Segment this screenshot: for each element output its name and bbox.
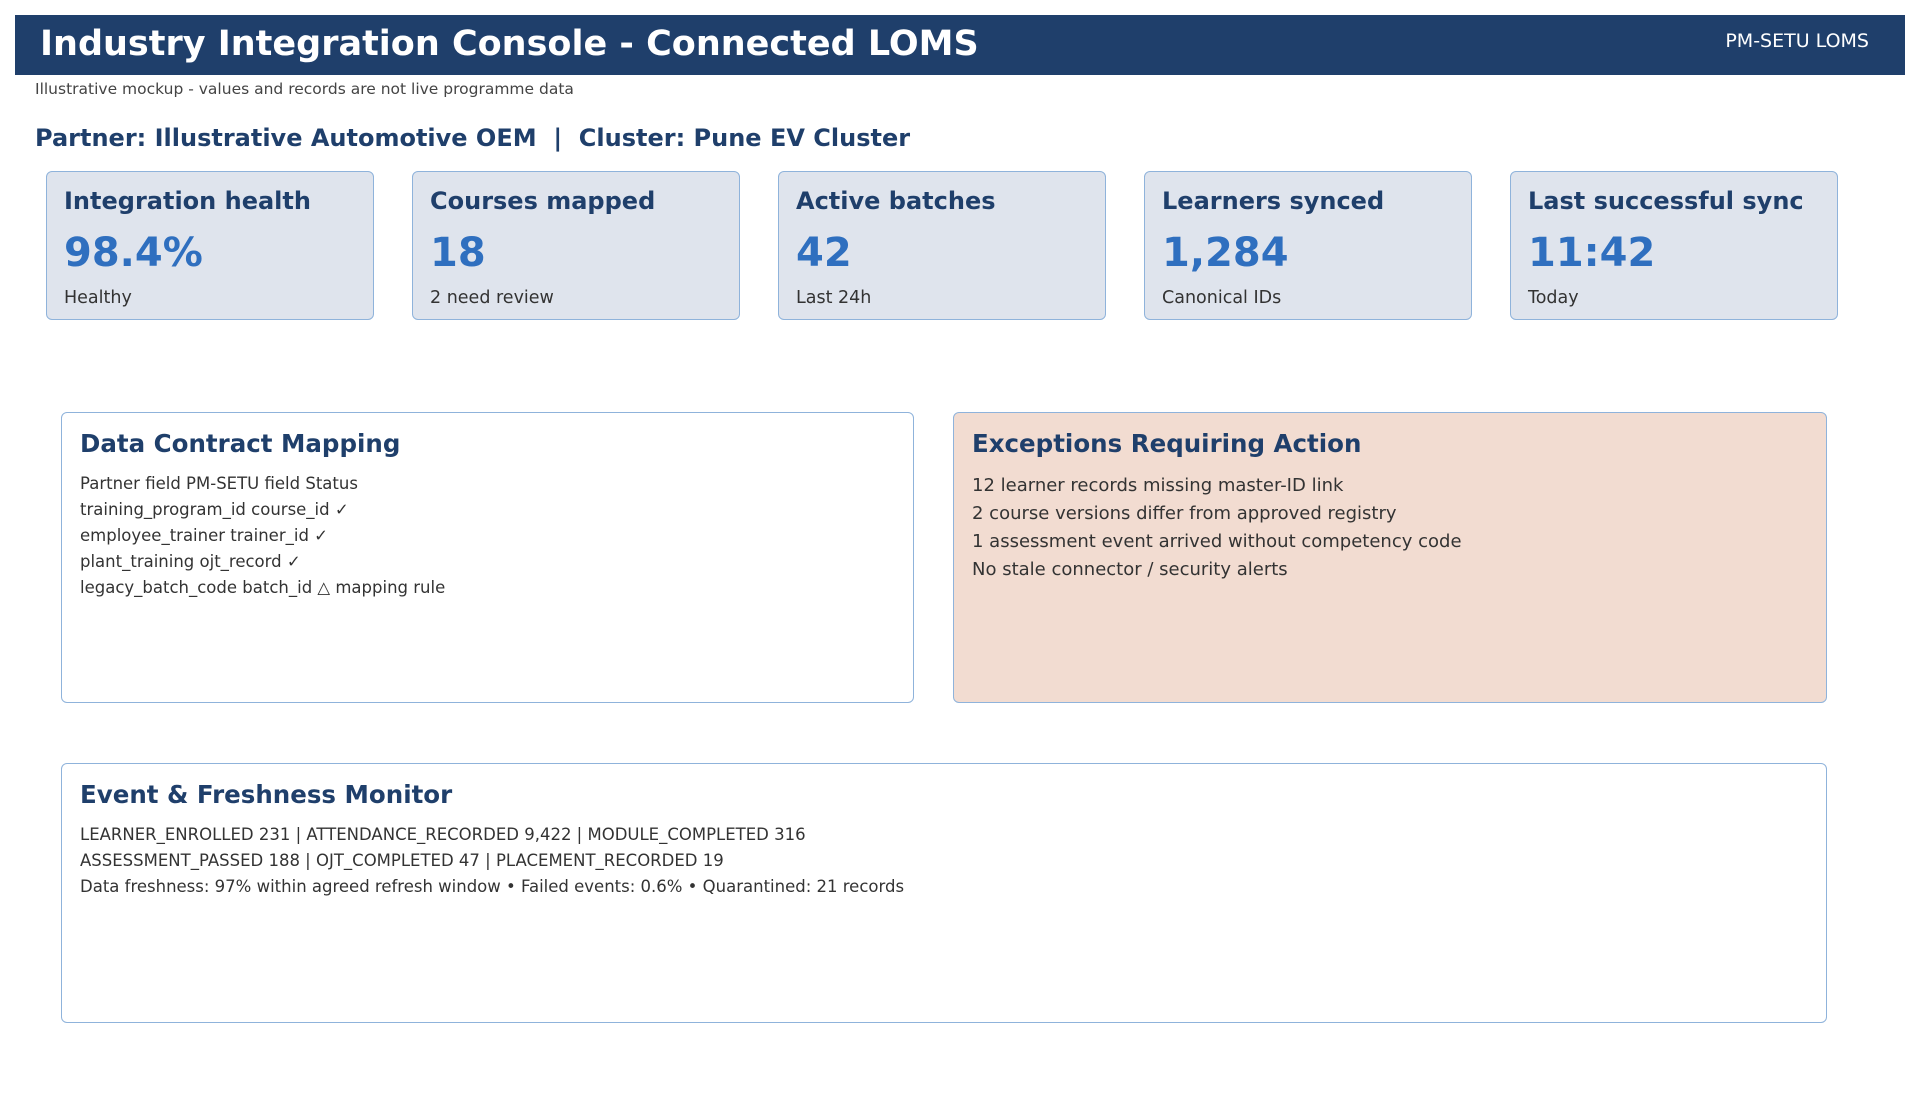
kpi-title: Last successful sync: [1528, 187, 1804, 215]
kpi-card-integration-health: Integration health 98.4% Healthy: [46, 171, 374, 320]
mapping-row: employee_trainer trainer_id ✓: [80, 526, 328, 545]
event-counts-line: ASSESSMENT_PASSED 188 | OJT_COMPLETED 47…: [80, 851, 724, 870]
event-counts-line: LEARNER_ENROLLED 231 | ATTENDANCE_RECORD…: [80, 825, 806, 844]
mapping-header-row: Partner field PM-SETU field Status: [80, 474, 358, 493]
kpi-title: Courses mapped: [430, 187, 656, 215]
event-freshness-monitor-panel: Event & Freshness Monitor LEARNER_ENROLL…: [61, 763, 1827, 1023]
partner-cluster-context: Partner: Illustrative Automotive OEM | C…: [35, 124, 911, 152]
kpi-card-learners-synced: Learners synced 1,284 Canonical IDs: [1144, 171, 1472, 320]
kpi-value: 42: [796, 230, 852, 276]
exception-item: 2 course versions differ from approved r…: [972, 503, 1397, 524]
mapping-row: training_program_id course_id ✓: [80, 500, 349, 519]
exception-item: 12 learner records missing master-ID lin…: [972, 475, 1344, 496]
kpi-subtitle: Canonical IDs: [1162, 288, 1282, 308]
mapping-row: legacy_batch_code batch_id △ mapping rul…: [80, 578, 446, 597]
exceptions-panel: Exceptions Requiring Action 12 learner r…: [953, 412, 1827, 703]
data-contract-mapping-panel: Data Contract Mapping Partner field PM-S…: [61, 412, 914, 703]
kpi-subtitle: 2 need review: [430, 288, 554, 308]
exceptions-list: 12 learner records missing master-ID lin…: [972, 472, 1462, 584]
kpi-subtitle: Healthy: [64, 288, 132, 308]
kpi-value: 1,284: [1162, 230, 1289, 276]
mockup-disclaimer: Illustrative mockup - values and records…: [35, 80, 574, 98]
freshness-summary-line: Data freshness: 97% within agreed refres…: [80, 877, 905, 896]
exception-item: 1 assessment event arrived without compe…: [972, 531, 1462, 552]
kpi-title: Integration health: [64, 187, 311, 215]
event-monitor-list: LEARNER_ENROLLED 231 | ATTENDANCE_RECORD…: [80, 822, 904, 900]
kpi-card-courses-mapped: Courses mapped 18 2 need review: [412, 171, 740, 320]
kpi-title: Learners synced: [1162, 187, 1385, 215]
app-header: Industry Integration Console - Connected…: [15, 15, 1905, 75]
mapping-list: Partner field PM-SETU field Status train…: [80, 471, 445, 601]
kpi-subtitle: Last 24h: [796, 288, 872, 308]
panel-title: Event & Freshness Monitor: [80, 780, 453, 809]
page-title: Industry Integration Console - Connected…: [40, 24, 979, 64]
kpi-card-active-batches: Active batches 42 Last 24h: [778, 171, 1106, 320]
kpi-card-last-sync: Last successful sync 11:42 Today: [1510, 171, 1838, 320]
product-badge: PM-SETU LOMS: [1725, 30, 1869, 52]
kpi-value: 18: [430, 230, 486, 276]
kpi-title: Active batches: [796, 187, 996, 215]
kpi-value: 11:42: [1528, 230, 1656, 276]
panel-title: Data Contract Mapping: [80, 429, 401, 458]
panel-title: Exceptions Requiring Action: [972, 429, 1362, 458]
kpi-value: 98.4%: [64, 230, 203, 276]
kpi-subtitle: Today: [1528, 288, 1579, 308]
mapping-row: plant_training ojt_record ✓: [80, 552, 301, 571]
exception-item: No stale connector / security alerts: [972, 559, 1288, 580]
